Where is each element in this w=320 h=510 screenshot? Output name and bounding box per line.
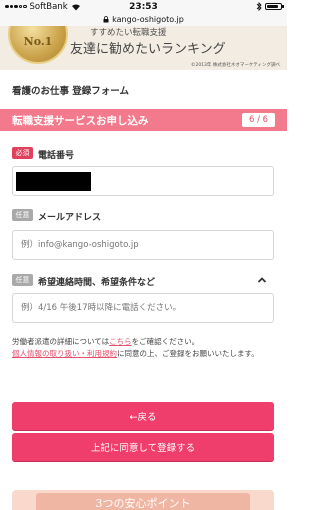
status-bar: SoftBank 23:53 — [0, 0, 287, 13]
email-label: メールアドレス — [38, 213, 102, 223]
url-bar[interactable]: kango-oshigoto.jp — [0, 13, 287, 26]
submit-button[interactable]: 上記に同意して登録する — [12, 433, 274, 461]
signal-icon — [5, 4, 27, 9]
optional-badge: 任意 — [12, 274, 33, 286]
redacted-phone-value — [16, 172, 91, 191]
lock-icon — [103, 16, 109, 23]
dispatch-info: 労働者派遣の詳細についてはこちらをご確認ください。 — [12, 336, 276, 348]
battery-icon — [265, 2, 284, 11]
banner-top-text: すすめたい転職支援 — [90, 28, 167, 38]
medal-text: No.1 — [23, 35, 53, 48]
dispatch-info-text: 労働者派遣の詳細については — [12, 337, 110, 346]
reassurance-banner: 3つの安心ポイント — [12, 490, 274, 510]
required-badge: 必須 — [12, 147, 33, 159]
chevron-up-icon[interactable] — [257, 276, 267, 284]
privacy-terms-link[interactable]: 個人情報の取り扱い・利用規約 — [12, 349, 117, 358]
dispatch-info-suffix: をご確認ください。 — [131, 337, 200, 346]
preferences-label: 希望連絡時間、希望条件など — [38, 278, 156, 288]
form-title: 看護のお仕事 登録フォーム — [12, 86, 130, 97]
banner-footnote: ©2013年 株式会社ネオマーケティング調べ — [190, 63, 280, 68]
phone-label: 電話番号 — [38, 151, 75, 161]
status-time: 23:53 — [129, 1, 158, 12]
terms-info: 個人情報の取り扱い・利用規約に同意の上、ご登録をお願いいたします。 — [12, 348, 276, 360]
status-right — [256, 2, 284, 11]
service-title: 転職支援サービスお申し込み — [12, 114, 149, 127]
banner-title: 友達に勧めたいランキング — [70, 42, 226, 57]
preferences-input[interactable] — [12, 293, 274, 323]
terms-info-text: に同意の上、ご登録をお願いいたします。 — [117, 349, 259, 358]
medal-icon: No.1 — [8, 26, 68, 64]
step-indicator: 6 / 6 — [242, 113, 275, 127]
reassurance-banner-text: 3つの安心ポイント — [95, 497, 191, 510]
dispatch-details-link[interactable]: こちら — [109, 337, 132, 346]
email-input[interactable] — [12, 230, 274, 260]
url-text: kango-oshigoto.jp — [112, 15, 184, 24]
carrier-name: SoftBank — [29, 1, 68, 12]
back-button[interactable]: ←戻る — [12, 402, 274, 430]
wifi-icon — [71, 3, 80, 11]
service-header: 転職支援サービスお申し込み 6 / 6 — [0, 109, 287, 131]
ranking-banner[interactable]: No.1 すすめたい転職支援 友達に勧めたいランキング ©2013年 株式会社ネ… — [0, 26, 287, 70]
bluetooth-icon — [256, 2, 262, 11]
optional-badge: 任意 — [12, 209, 33, 221]
status-left: SoftBank — [5, 2, 81, 12]
